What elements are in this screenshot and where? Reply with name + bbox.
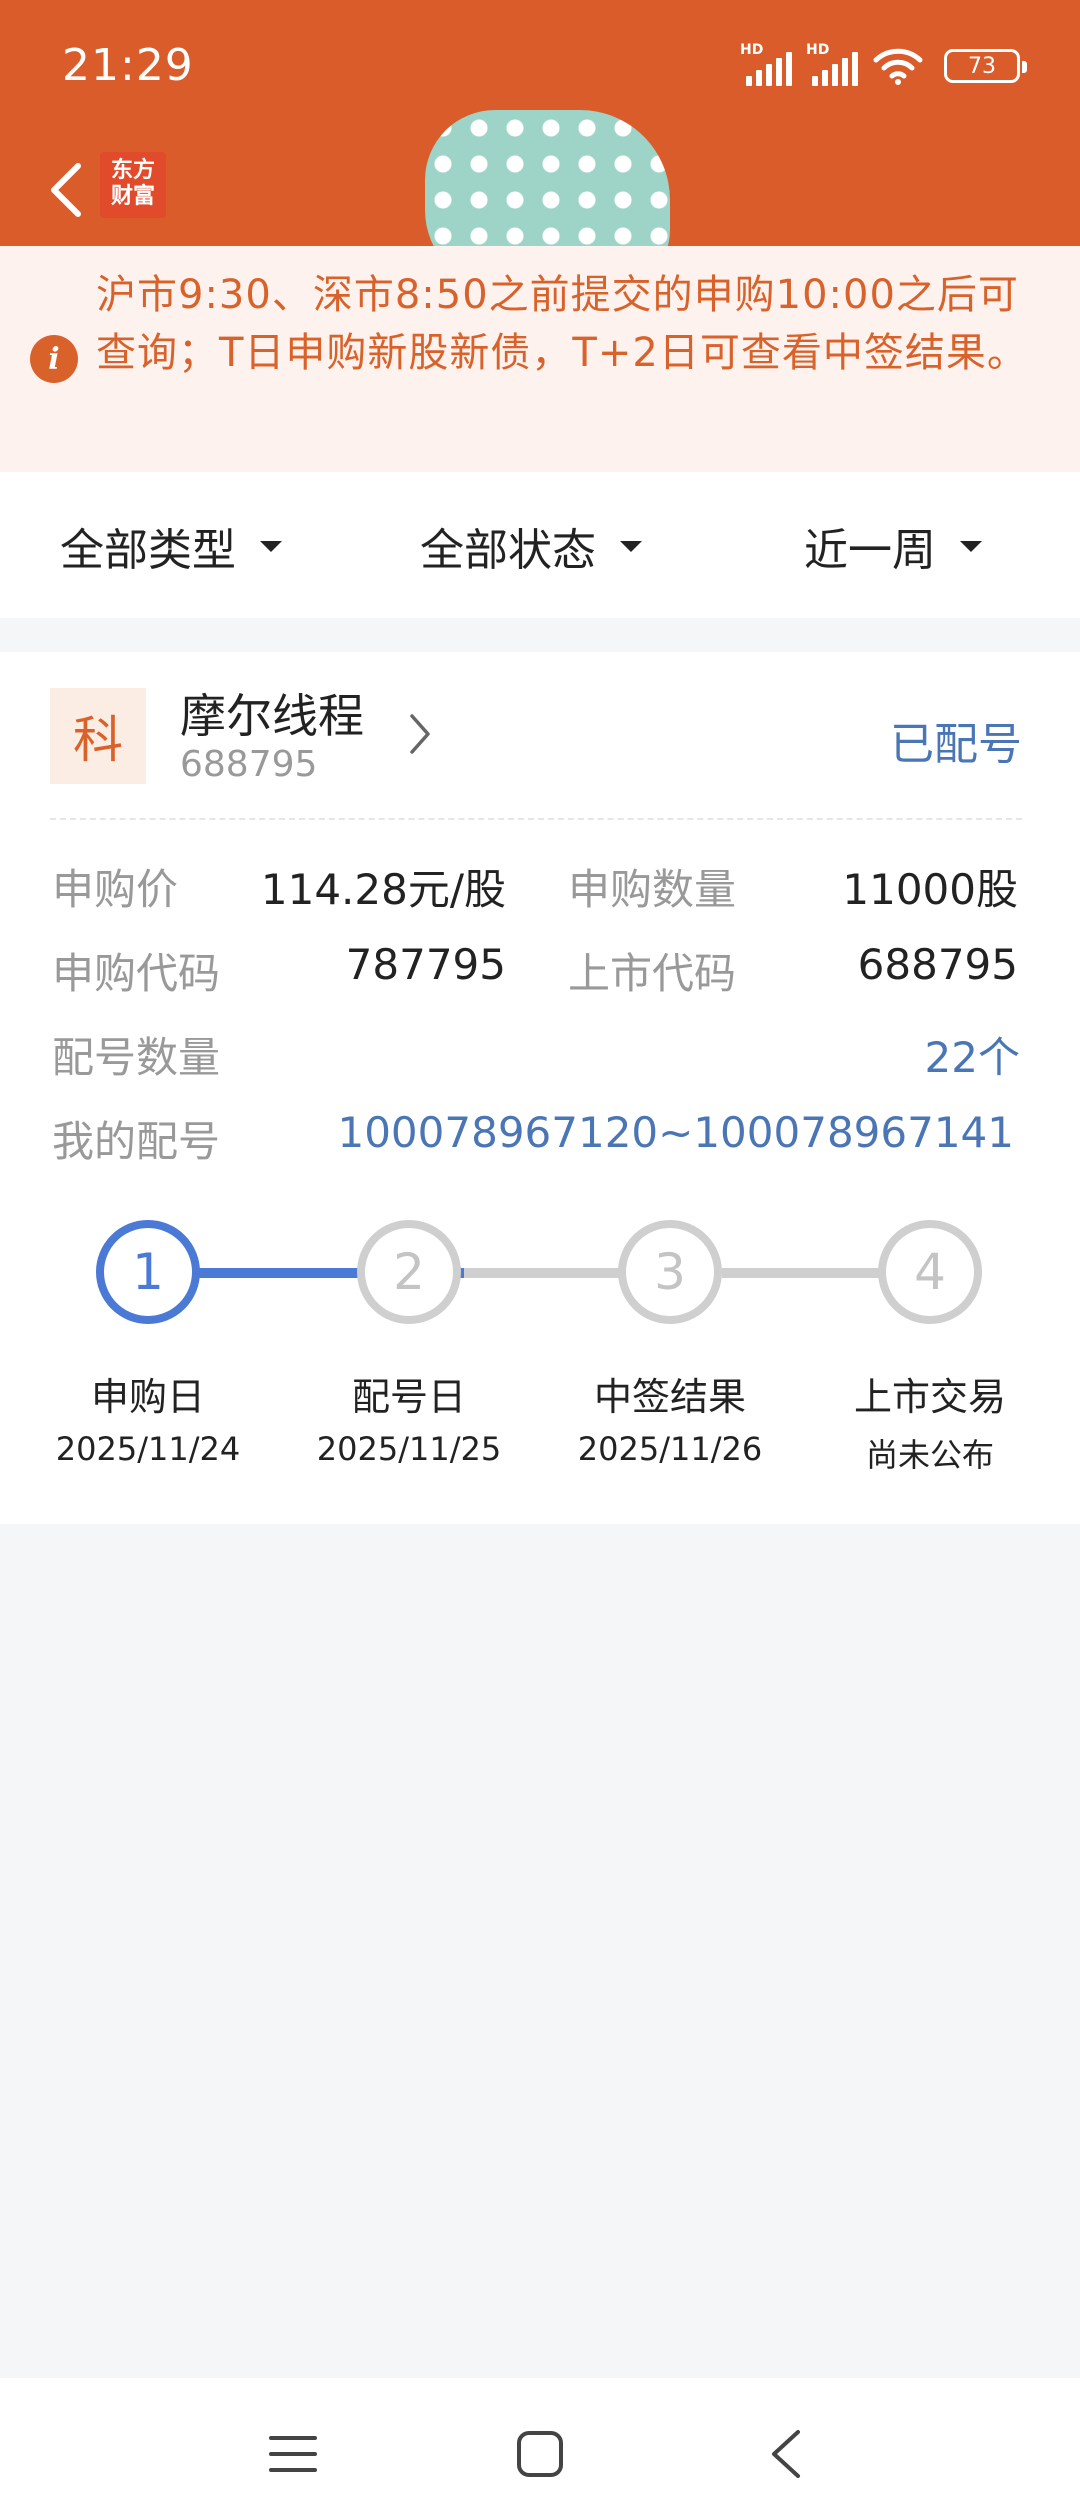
- my-alloc-value: 100078967120~100078967141: [337, 1108, 1014, 1157]
- list-code-value: 688795: [857, 940, 1018, 989]
- signal-icon: HD: [740, 42, 792, 86]
- filter-type-dropdown[interactable]: 全部类型: [60, 516, 282, 576]
- step-1-circle: 1: [96, 1220, 200, 1324]
- alloc-count-value: 22个: [924, 1033, 1020, 1082]
- filter-type-label: 全部类型: [60, 525, 236, 576]
- step-connector: [722, 1268, 882, 1278]
- filter-status-dropdown[interactable]: 全部状态: [420, 516, 642, 576]
- sub-code-label: 申购代码: [52, 949, 221, 998]
- step-2-label: 配号日: [351, 1375, 466, 1419]
- step-3-label: 中签结果: [593, 1375, 746, 1419]
- caret-down-icon: [960, 540, 982, 552]
- info-icon: i: [30, 335, 78, 383]
- caret-down-icon: [260, 540, 282, 552]
- battery-level: 73: [968, 53, 996, 79]
- alloc-count-label: 配号数量: [52, 1033, 221, 1082]
- step-1-date: 2025/11/24: [55, 1430, 241, 1468]
- signal-icon: HD: [806, 42, 858, 86]
- chevron-right-icon[interactable]: [408, 712, 432, 756]
- my-alloc-label: 我的配号: [52, 1117, 221, 1166]
- quantity-label: 申购数量: [568, 865, 737, 914]
- wifi-icon: [873, 48, 923, 85]
- list-code-label: 上市代码: [568, 949, 737, 998]
- price-value: 114.28元/股: [260, 865, 506, 914]
- filter-period-dropdown[interactable]: 近一周: [804, 516, 982, 576]
- step-2-date: 2025/11/25: [316, 1430, 502, 1468]
- status-icons: HD HD 73: [740, 42, 1027, 90]
- status-time: 21:29: [62, 40, 194, 91]
- caret-down-icon: [620, 540, 642, 552]
- step-3-circle: 3: [618, 1220, 722, 1324]
- network-type-label: HD: [806, 42, 830, 58]
- step-2-circle: 2: [357, 1220, 461, 1324]
- notice-banner: i 沪市9:30、深市8:50之前提交的申购10:00之后可查询；T日申购新股新…: [0, 246, 1080, 472]
- menu-icon: [269, 2436, 317, 2472]
- stock-code: 688795: [180, 744, 318, 785]
- home-button[interactable]: [500, 2414, 580, 2494]
- sub-code-value: 787795: [345, 940, 506, 989]
- filter-bar: 全部类型 全部状态 近一周: [0, 472, 1080, 618]
- step-4-label: 上市交易: [853, 1375, 1006, 1419]
- filter-status-label: 全部状态: [420, 525, 596, 576]
- step-3-date: 2025/11/26: [577, 1430, 763, 1468]
- stock-name[interactable]: 摩尔线程: [180, 680, 364, 746]
- battery-icon: 73: [944, 49, 1027, 83]
- back-triangle-icon: [772, 2430, 800, 2478]
- filter-period-label: 近一周: [804, 525, 936, 576]
- home-square-icon: [517, 2431, 563, 2477]
- network-type-label: HD: [740, 42, 764, 58]
- system-nav-bar: [0, 2378, 1080, 2520]
- menu-button[interactable]: [253, 2414, 333, 2494]
- market-badge: 科: [50, 688, 146, 784]
- status-badge: 已配号: [890, 719, 1022, 770]
- app-header: 21:29 HD HD 73 东方 财富: [0, 0, 1080, 290]
- divider: [50, 818, 1022, 820]
- notice-text: 沪市9:30、深市8:50之前提交的申购10:00之后可查询；T日申购新股新债，…: [96, 272, 1028, 376]
- subscription-card: 科 摩尔线程 688795 已配号 申购价 114.28元/股 申购数量 110…: [0, 652, 1080, 1524]
- step-4-circle: 4: [878, 1220, 982, 1324]
- system-back-button[interactable]: [746, 2414, 826, 2494]
- price-label: 申购价: [52, 865, 179, 914]
- step-4-date: 尚未公布: [865, 1436, 994, 1474]
- step-connector: [464, 1268, 622, 1278]
- quantity-value: 11000股: [842, 865, 1018, 914]
- step-1-label: 申购日: [90, 1375, 205, 1419]
